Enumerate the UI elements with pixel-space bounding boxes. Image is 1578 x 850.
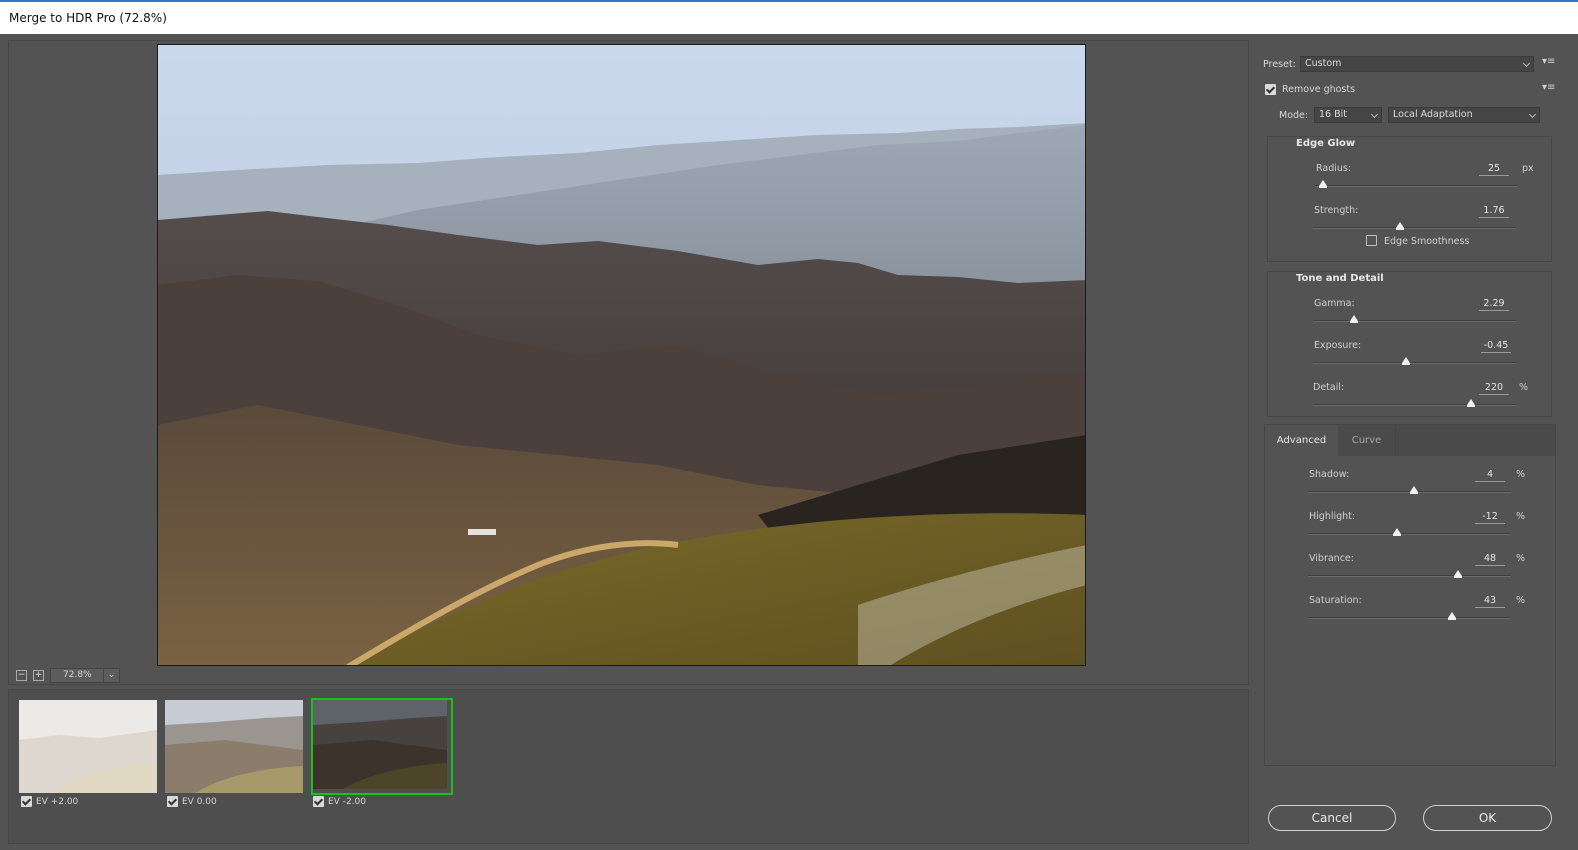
highlight-label: Highlight: — [1309, 511, 1356, 522]
saturation-slider-thumb[interactable] — [1448, 612, 1457, 620]
gamma-value[interactable]: 2.29 — [1479, 298, 1509, 311]
exposure-slider-thumb[interactable] — [1402, 357, 1411, 365]
exposure-value[interactable]: -0.45 — [1481, 340, 1511, 353]
edge-smoothness-checkbox[interactable] — [1366, 235, 1377, 246]
include-checkbox[interactable] — [21, 796, 32, 807]
zoom-out-button[interactable]: − — [16, 670, 27, 681]
saturation-slider-track[interactable] — [1308, 617, 1511, 619]
chevron-down-icon — [1528, 110, 1537, 119]
thumbnail-ev-0[interactable] — [165, 700, 303, 793]
saturation-label: Saturation: — [1309, 595, 1362, 606]
radius-slider-track[interactable] — [1315, 185, 1518, 187]
thumb-ev-text: EV +2.00 — [36, 797, 79, 807]
highlight-slider-thumb[interactable] — [1393, 528, 1402, 536]
detail-label: Detail: — [1313, 382, 1345, 393]
zoom-select[interactable]: 72.8% ⌄ — [50, 668, 120, 683]
strength-slider-thumb[interactable] — [1396, 222, 1405, 230]
exposure-slider-track[interactable] — [1313, 362, 1516, 364]
remove-ghosts-checkbox[interactable] — [1265, 84, 1276, 95]
shadow-label: Shadow: — [1309, 469, 1350, 480]
radius-unit: px — [1522, 163, 1534, 174]
vibrance-value[interactable]: 48 — [1475, 553, 1505, 566]
strength-label: Strength: — [1314, 205, 1359, 216]
saturation-unit: % — [1516, 595, 1526, 606]
title-bar: Merge to HDR Pro (72.8%) — [0, 0, 1578, 34]
highlight-slider-track[interactable] — [1308, 533, 1511, 535]
mode-bit-value: 16 Bit — [1319, 109, 1347, 120]
vibrance-unit: % — [1516, 553, 1526, 564]
tone-detail-title: Tone and Detail — [1296, 273, 1384, 284]
highlight-value[interactable]: -12 — [1475, 511, 1505, 524]
detail-slider-track[interactable] — [1313, 404, 1516, 406]
edge-smoothness-label: Edge Smoothness — [1384, 236, 1470, 247]
edge-glow-title: Edge Glow — [1296, 138, 1356, 149]
zoom-bar: − + 72.8% ⌄ — [8, 667, 1249, 685]
advanced-curve-panel: Advanced Curve — [1264, 424, 1556, 766]
vibrance-slider-track[interactable] — [1308, 575, 1511, 577]
include-checkbox[interactable] — [167, 796, 178, 807]
saturation-value[interactable]: 43 — [1475, 595, 1505, 608]
gamma-slider-thumb[interactable] — [1349, 315, 1358, 323]
thumbnail-ev-minus-2[interactable] — [311, 698, 453, 795]
preset-label: Preset: — [1263, 59, 1296, 70]
detail-slider-thumb[interactable] — [1467, 399, 1476, 407]
exposure-label: Exposure: — [1314, 340, 1362, 351]
ok-button[interactable]: OK — [1423, 805, 1552, 831]
strength-value[interactable]: 1.76 — [1479, 205, 1509, 218]
cancel-button[interactable]: Cancel — [1268, 805, 1396, 831]
detail-value[interactable]: 220 — [1479, 382, 1509, 395]
thumb-ev-text: EV -2.00 — [328, 797, 366, 807]
include-checkbox[interactable] — [313, 796, 324, 807]
shadow-slider-thumb[interactable] — [1409, 486, 1418, 494]
vibrance-label: Vibrance: — [1309, 553, 1354, 564]
preset-select[interactable]: Custom — [1300, 56, 1534, 72]
gamma-slider-track[interactable] — [1313, 320, 1516, 322]
gamma-label: Gamma: — [1314, 298, 1355, 309]
tab-advanced[interactable]: Advanced — [1265, 425, 1338, 456]
preset-menu-icon[interactable]: ▾≡ — [1542, 56, 1555, 67]
source-filmstrip: EV +2.00 EV 0.00 EV -2.00 — [8, 689, 1249, 844]
window-title: Merge to HDR Pro (72.8%) — [9, 11, 167, 25]
thumb-ev-text: EV 0.00 — [182, 797, 217, 807]
hdr-preview-image — [157, 44, 1086, 666]
radius-slider-thumb[interactable] — [1319, 180, 1328, 188]
radius-value[interactable]: 25 — [1479, 163, 1509, 176]
thumbnail-ev-plus-2[interactable] — [19, 700, 157, 793]
chevron-down-icon — [1522, 59, 1531, 68]
thumbnail-label-ev-minus-2: EV -2.00 — [313, 796, 366, 809]
tab-curve[interactable]: Curve — [1338, 425, 1396, 456]
chevron-down-icon — [1370, 110, 1379, 119]
detail-unit: % — [1519, 382, 1529, 393]
shadow-value[interactable]: 4 — [1475, 469, 1505, 482]
remove-ghosts-label: Remove ghosts — [1282, 84, 1356, 95]
highlight-unit: % — [1516, 511, 1526, 522]
mode-method-value: Local Adaptation — [1393, 109, 1473, 120]
tab-strip: Advanced Curve — [1265, 425, 1555, 456]
shadow-unit: % — [1516, 469, 1526, 480]
mode-label: Mode: — [1279, 110, 1309, 121]
mode-bit-select[interactable]: 16 Bit — [1314, 107, 1382, 123]
thumbnail-label-ev-plus-2: EV +2.00 — [21, 796, 78, 809]
radius-label: Radius: — [1316, 163, 1352, 174]
mode-method-select[interactable]: Local Adaptation — [1388, 107, 1540, 123]
zoom-value: 72.8% — [63, 670, 92, 680]
preset-value: Custom — [1305, 58, 1342, 69]
options-menu-icon[interactable]: ▾≡ — [1542, 82, 1555, 93]
strength-slider-track[interactable] — [1313, 227, 1516, 229]
vibrance-slider-thumb[interactable] — [1454, 570, 1463, 578]
thumbnail-label-ev-0: EV 0.00 — [167, 796, 217, 809]
chevron-down-icon: ⌄ — [103, 669, 119, 682]
zoom-in-button[interactable]: + — [33, 670, 44, 681]
